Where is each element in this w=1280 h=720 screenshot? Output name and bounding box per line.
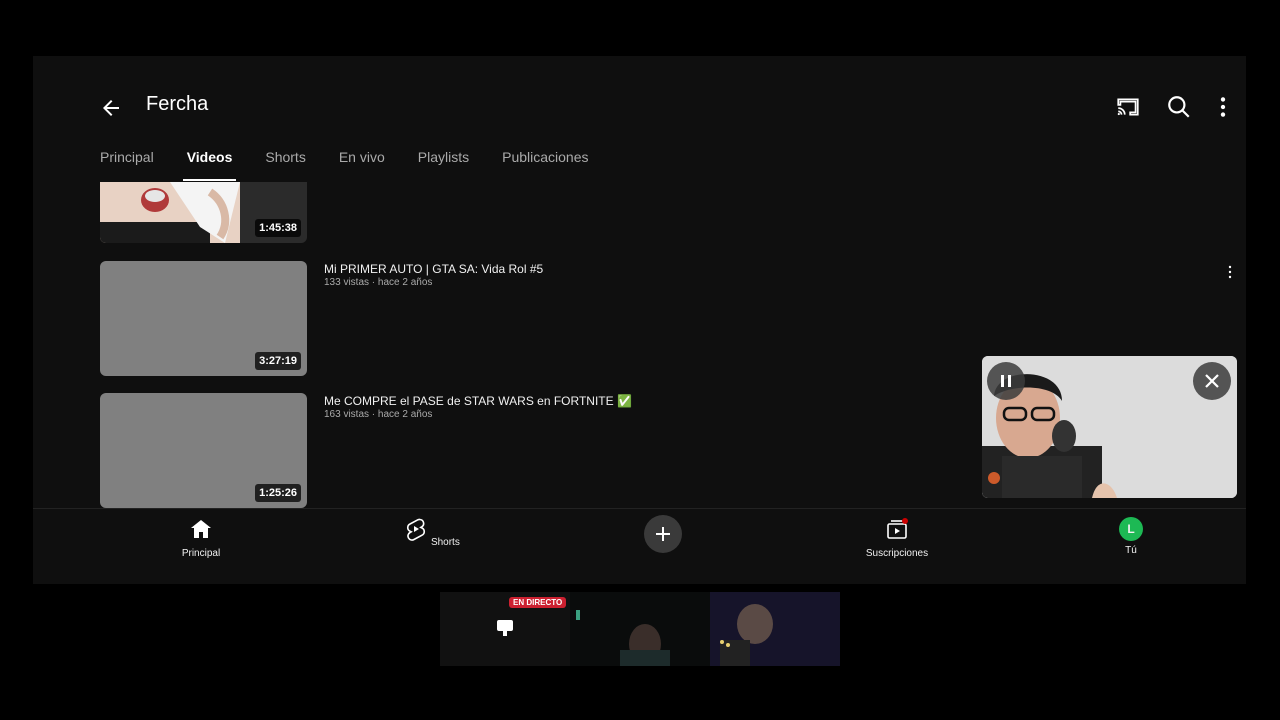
more-vert-icon[interactable] (1210, 94, 1236, 120)
nav-home-label: Principal (181, 548, 221, 559)
tab-playlists[interactable]: Playlists (418, 149, 469, 165)
nav-you-label: Tú (1125, 545, 1137, 556)
webcam-strip (440, 592, 840, 666)
tab-publicaciones[interactable]: Publicaciones (502, 149, 588, 165)
video-duration: 3:27:19 (255, 352, 301, 370)
nav-subscriptions[interactable]: Suscripciones (857, 517, 937, 559)
nav-shorts-label: Shorts (430, 537, 460, 548)
video-meta: 163 vistas · hace 2 años (324, 409, 433, 420)
video-meta: 133 vistas · hace 2 años (324, 277, 433, 288)
nav-home[interactable]: Principal (171, 517, 231, 559)
create-button[interactable] (644, 515, 682, 553)
tab-en-vivo[interactable]: En vivo (339, 149, 385, 165)
nav-shorts[interactable]: Shorts (402, 517, 462, 548)
video-title[interactable]: Mi PRIMER AUTO | GTA SA: Vida Rol #5 (324, 262, 543, 276)
channel-title: Fercha (146, 93, 209, 115)
app-screen: Fercha Principal Videos Shorts En vivo P… (33, 56, 1246, 584)
tab-videos[interactable]: Videos (182, 149, 236, 181)
nav-you[interactable]: L Tú (1111, 517, 1151, 556)
back-arrow-icon[interactable] (99, 96, 123, 120)
video-thumbnail[interactable]: 1:45:38 (100, 182, 307, 243)
stream-overlay: EN DIRECTO (440, 592, 840, 666)
avatar: L (1119, 517, 1143, 541)
nav-subscriptions-label: Suscripciones (865, 548, 929, 559)
channel-tabs: Principal Videos Shorts En vivo Playlist… (100, 149, 622, 181)
shorts-icon (407, 518, 426, 541)
video-thumbnail[interactable]: 1:25:26 (100, 393, 307, 508)
subscriptions-icon (887, 518, 908, 539)
plus-icon (656, 527, 670, 541)
home-icon (191, 520, 211, 538)
mini-player[interactable] (982, 356, 1237, 498)
cast-icon[interactable] (1115, 94, 1141, 120)
bottom-navigation: Principal Shorts Suscripciones L Tú (33, 508, 1246, 584)
close-mini-player-button[interactable] (1193, 362, 1231, 400)
video-duration: 1:45:38 (255, 219, 301, 237)
tab-principal[interactable]: Principal (100, 149, 154, 165)
video-thumbnail[interactable]: 3:27:19 (100, 261, 307, 376)
video-duration: 1:25:26 (255, 484, 301, 502)
tab-shorts[interactable]: Shorts (265, 149, 305, 165)
pause-icon (1001, 375, 1011, 387)
search-icon[interactable] (1166, 94, 1192, 120)
video-options-icon[interactable] (1227, 265, 1233, 279)
pause-button[interactable] (987, 362, 1025, 400)
video-title[interactable]: Me COMPRE el PASE de STAR WARS en FORTNI… (324, 394, 632, 408)
live-badge: EN DIRECTO (509, 597, 567, 608)
close-icon (1205, 374, 1219, 388)
